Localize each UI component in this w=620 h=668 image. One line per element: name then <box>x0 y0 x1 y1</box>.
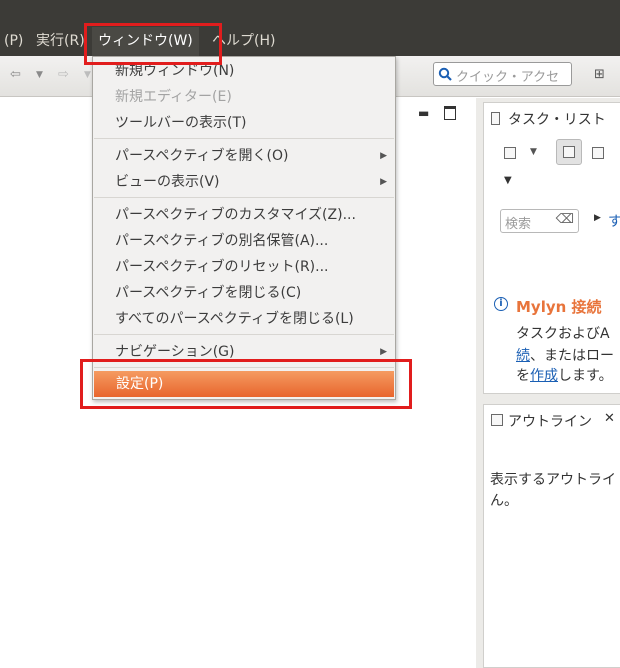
menu-item-customize-perspective[interactable]: パースペクティブのカスタマイズ(Z)... <box>93 202 395 228</box>
menu-separator <box>94 334 394 335</box>
menu-item-label: ナビゲーション(G) <box>115 344 235 360</box>
mylyn-text-line2-rest: 、またはロー <box>530 348 614 364</box>
menu-item-show-view[interactable]: ビューの表示(V) ▶ <box>93 169 395 195</box>
quick-access-placeholder: クイック・アクセ <box>456 70 560 85</box>
mylyn-text-line3: を作成します。 <box>516 365 613 385</box>
task-search-input[interactable]: 検索 ⌫ <box>500 209 579 233</box>
mylyn-text-line2: 続、またはロー <box>516 345 614 365</box>
task-list-panel: タスク・リスト ▼ ▼ 検索 ⌫ ▶ す i Mylyn 接続 タスクおよびA … <box>483 102 620 394</box>
clear-search-icon[interactable]: ⌫ <box>556 212 574 227</box>
view-menu-icon[interactable]: ▼ <box>504 175 512 186</box>
task-search-placeholder: 検索 <box>505 217 532 232</box>
close-icon[interactable]: ✕ <box>604 411 615 426</box>
menu-item-close-all-perspectives[interactable]: すべてのパースペクティブを閉じる(L) <box>93 306 395 332</box>
menu-item-open-perspective[interactable]: パースペクティブを開く(O) ▶ <box>93 143 395 169</box>
new-task-dropdown-icon[interactable]: ▼ <box>530 147 537 157</box>
mylyn-connect-title: Mylyn 接続 <box>516 298 602 316</box>
minimize-icon[interactable]: ▬ <box>418 106 429 120</box>
menu-item-save-perspective-as[interactable]: パースペクティブの別名保管(A)... <box>93 228 395 254</box>
back-dropdown-icon[interactable]: ▼ <box>36 67 43 83</box>
menu-item-close-perspective[interactable]: パースペクティブを閉じる(C) <box>93 280 395 306</box>
new-task-icon[interactable] <box>504 147 516 159</box>
window-menu-dropdown: 新規ウィンドウ(N) 新規エディター(E) ツールバーの表示(T) パースペクテ… <box>92 56 396 400</box>
forward-dropdown-icon[interactable]: ▼ <box>84 67 91 83</box>
outline-title[interactable]: アウトライン <box>508 411 592 431</box>
menu-item-label: 新規エディター(E) <box>115 89 232 105</box>
submenu-arrow-icon: ▶ <box>380 151 387 161</box>
outline-message-line1: 表示するアウトライ <box>490 472 616 488</box>
menu-run[interactable]: 実行(R) <box>36 27 85 56</box>
mylyn-text-line3-prefix: を <box>516 368 530 384</box>
expand-arrow-icon[interactable]: ▶ <box>594 213 601 223</box>
connect-link[interactable]: 続 <box>516 348 530 364</box>
menu-item-label: パースペクティブのリセット(R)... <box>115 259 329 275</box>
menu-item-label: ビューの表示(V) <box>115 174 220 190</box>
submenu-arrow-icon: ▶ <box>380 177 387 187</box>
outline-panel: アウトライン ✕ 表示するアウトライ ん。 <box>483 404 620 668</box>
menu-separator <box>94 138 394 139</box>
info-icon: i <box>494 297 508 311</box>
back-arrow-icon[interactable]: ⇦ <box>10 67 21 83</box>
maximize-icon[interactable] <box>444 106 456 120</box>
open-perspective-icon[interactable]: ⊞ <box>594 67 605 83</box>
menu-separator <box>94 197 394 198</box>
mylyn-text-line1: タスクおよびA <box>516 326 610 342</box>
menu-item-reset-perspective[interactable]: パースペクティブのリセット(R)... <box>93 254 395 280</box>
create-link[interactable]: 作成 <box>530 368 558 384</box>
categorized-icon <box>563 146 575 158</box>
categorized-toggle[interactable] <box>556 139 582 165</box>
menu-item-show-toolbar[interactable]: ツールバーの表示(T) <box>93 110 395 136</box>
mylyn-text-line3-suffix: します。 <box>558 368 613 384</box>
menu-item-label: パースペクティブの別名保管(A)... <box>115 233 329 249</box>
task-list-title[interactable]: タスク・リスト <box>508 109 606 129</box>
menu-item-label: ツールバーの表示(T) <box>115 115 247 131</box>
menu-item-label: すべてのパースペクティブを閉じる(L) <box>115 311 354 327</box>
menu-item-label: 新規ウィンドウ(N) <box>115 63 235 79</box>
annotation-preferences-item <box>80 359 412 409</box>
annotation-window-menu <box>84 23 222 65</box>
quick-access-field[interactable]: クイック・アクセ <box>433 62 572 86</box>
outline-icon <box>491 414 503 426</box>
task-list-icon <box>491 112 500 125</box>
menu-item-label: パースペクティブを開く(O) <box>115 148 289 164</box>
menu-item-label: パースペクティブのカスタマイズ(Z)... <box>115 207 356 223</box>
task-link-partial[interactable]: す <box>608 211 620 231</box>
scheduled-icon[interactable] <box>592 147 604 159</box>
menu-partial-item[interactable]: (P) <box>4 27 23 56</box>
outline-message-line2: ん。 <box>490 493 518 509</box>
forward-arrow-icon[interactable]: ⇨ <box>58 67 69 83</box>
menu-item-label: パースペクティブを閉じる(C) <box>115 285 302 301</box>
search-icon <box>438 67 452 81</box>
menu-item-new-editor: 新規エディター(E) <box>93 84 395 110</box>
